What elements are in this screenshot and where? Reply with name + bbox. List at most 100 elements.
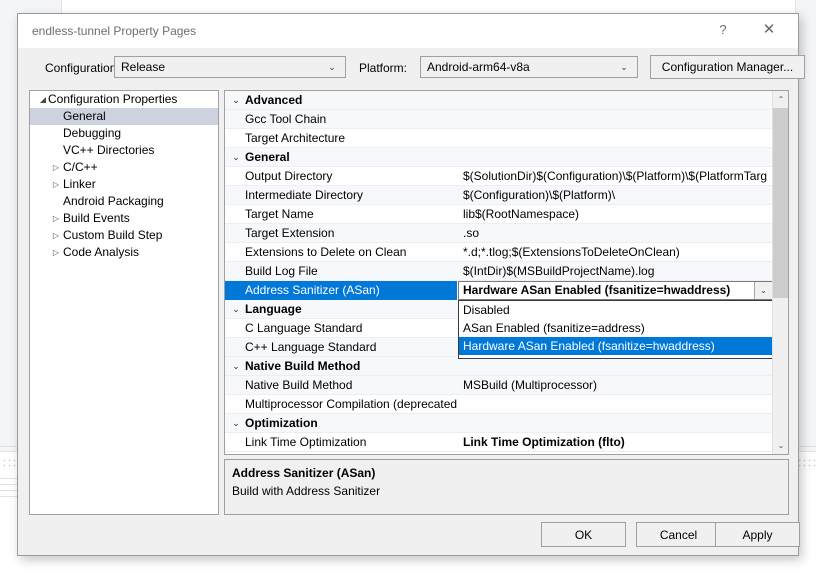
property-value: lib$(RootNamespace) [458, 205, 773, 224]
sidebar-item-label: Build Events [63, 210, 130, 227]
cancel-button[interactable]: Cancel [636, 522, 721, 547]
property-name: Intermediate Directory [225, 186, 457, 205]
property-name: ⌄Optimization [225, 414, 457, 433]
grid-property-row[interactable]: Output Directory$(SolutionDir)$(Configur… [225, 167, 773, 186]
sidebar-item-label: Configuration Properties [48, 91, 177, 108]
configuration-toolbar: Configuration: Release ⌄ Platform: Andro… [18, 48, 798, 94]
property-tree[interactable]: ◢Configuration PropertiesGeneralDebuggin… [29, 90, 219, 515]
grid-property-row[interactable]: Gcc Tool Chain [225, 110, 773, 129]
sidebar-item-general[interactable]: General [30, 108, 218, 125]
title-bar: endless-tunnel Property Pages ? ✕ [18, 14, 798, 48]
property-name-text: C Language Standard [245, 321, 362, 335]
chevron-down-icon[interactable]: ⌄ [230, 91, 242, 110]
grid-property-row[interactable]: Build Log File$(IntDir)$(MSBuildProjectN… [225, 262, 773, 281]
property-name-text: Extensions to Delete on Clean [245, 245, 406, 259]
grid-category-row[interactable]: ⌄Advanced [225, 91, 773, 110]
platform-value: Android-arm64-v8a [427, 60, 530, 74]
grid-category-row[interactable]: ⌄Native Build Method [225, 357, 773, 376]
sidebar-item-label: Custom Build Step [63, 227, 162, 244]
property-name-text: Native Build Method [245, 378, 352, 392]
scroll-up-icon[interactable]: ⌃ [773, 91, 789, 108]
grid-property-row[interactable]: Target Extension.so [225, 224, 773, 243]
property-name: ⌄General [225, 148, 457, 167]
property-name-text: Target Architecture [245, 131, 345, 145]
property-name-text: Address Sanitizer (ASan) [245, 283, 380, 297]
property-value: Link Time Optimization (flto) [458, 433, 773, 452]
property-value [458, 395, 773, 414]
asan-option-item[interactable]: ASan Enabled (fsanitize=address) [459, 319, 772, 337]
property-pages-dialog: endless-tunnel Property Pages ? ✕ Config… [17, 13, 799, 556]
sidebar-item-android-packaging[interactable]: Android Packaging [30, 193, 218, 210]
configuration-value: Release [121, 60, 165, 74]
triangle-right-icon[interactable]: ▷ [49, 244, 63, 261]
scrollbar-thumb[interactable] [773, 108, 789, 298]
asan-option-item[interactable]: Hardware ASan Enabled (fsanitize=hwaddre… [459, 337, 772, 355]
grid-category-row[interactable]: ⌄General [225, 148, 773, 167]
help-icon[interactable]: ? [702, 14, 744, 46]
scroll-down-icon[interactable]: ⌄ [773, 437, 789, 454]
property-value: MSBuild (Multiprocessor) [458, 376, 773, 395]
triangle-right-icon[interactable]: ▷ [49, 176, 63, 193]
grid-property-row[interactable]: Address Sanitizer (ASan) Hardware ASan En… [225, 281, 773, 300]
triangle-right-icon[interactable]: ▷ [49, 159, 63, 176]
grid-category-row[interactable]: ⌄Optimization [225, 414, 773, 433]
sidebar-item-vc-directories[interactable]: VC++ Directories [30, 142, 218, 159]
close-icon[interactable]: ✕ [748, 14, 790, 46]
apply-button[interactable]: Apply [715, 522, 800, 547]
configuration-manager-button[interactable]: Configuration Manager... [650, 55, 805, 79]
asan-option-item[interactable]: Disabled [459, 301, 772, 319]
chevron-down-icon[interactable]: ⌄ [230, 357, 242, 376]
sidebar-item-label: C/C++ [63, 159, 98, 176]
property-value [458, 129, 773, 148]
sidebar-item-custom-build-step[interactable]: ▷Custom Build Step [30, 227, 218, 244]
sidebar-item-debugging[interactable]: Debugging [30, 125, 218, 142]
property-value: $(IntDir)$(MSBuildProjectName).log [458, 262, 773, 281]
asan-selected-value: Hardware ASan Enabled (fsanitize=hwaddre… [463, 282, 730, 299]
sidebar-item-label: Code Analysis [63, 244, 139, 261]
ok-button[interactable]: OK [541, 522, 626, 547]
property-value [458, 110, 773, 129]
description-text: Build with Address Sanitizer [232, 484, 380, 498]
sidebar-item-configuration-properties[interactable]: ◢Configuration Properties [30, 91, 218, 108]
triangle-right-icon[interactable]: ▷ [49, 227, 63, 244]
property-name: ⌄Advanced [225, 91, 457, 110]
property-name: Extensions to Delete on Clean [225, 243, 457, 262]
property-name-text: Advanced [245, 93, 302, 107]
asan-value-dropdown[interactable]: Hardware ASan Enabled (fsanitize=hwaddre… [458, 281, 773, 300]
sidebar-item-label: General [63, 108, 106, 125]
sidebar-item-linker[interactable]: ▷Linker [30, 176, 218, 193]
grid-property-row[interactable]: Intermediate Directory$(Configuration)\$… [225, 186, 773, 205]
sidebar-item-build-events[interactable]: ▷Build Events [30, 210, 218, 227]
description-title: Address Sanitizer (ASan) [232, 466, 375, 480]
triangle-right-icon[interactable]: ▷ [49, 210, 63, 227]
property-name: Output Directory [225, 167, 457, 186]
property-name: Native Build Method [225, 376, 457, 395]
chevron-down-icon: ⌄ [618, 60, 630, 74]
property-name: ⌄Language [225, 300, 457, 319]
chevron-down-icon[interactable]: ⌄ [754, 282, 772, 299]
chevron-down-icon[interactable]: ⌄ [230, 300, 242, 319]
platform-dropdown[interactable]: Android-arm64-v8a ⌄ [420, 56, 638, 78]
property-value [458, 91, 773, 110]
chevron-down-icon[interactable]: ⌄ [230, 148, 242, 167]
chevron-down-icon[interactable]: ⌄ [230, 414, 242, 433]
grid-property-row[interactable]: Native Build Method MSBuild (Multiprocess… [225, 376, 773, 395]
grid-property-row[interactable]: Extensions to Delete on Clean*.d;*.tlog;… [225, 243, 773, 262]
grid-property-row[interactable]: Multiprocessor Compilation (deprecated [225, 395, 773, 414]
grid-property-row[interactable]: Target Architecture [225, 129, 773, 148]
configuration-dropdown[interactable]: Release ⌄ [114, 56, 346, 78]
property-name: Address Sanitizer (ASan) [225, 281, 457, 300]
sidebar-item-label: Android Packaging [63, 193, 164, 210]
sidebar-item-code-analysis[interactable]: ▷Code Analysis [30, 244, 218, 261]
property-name: C Language Standard [225, 319, 457, 338]
grid-property-row[interactable]: Target Namelib$(RootNamespace) [225, 205, 773, 224]
asan-option-list[interactable]: DisabledASan Enabled (fsanitize=address)… [458, 300, 773, 359]
grid-property-row[interactable]: Link Time OptimizationLink Time Optimiza… [225, 433, 773, 452]
property-value [458, 357, 773, 376]
window-title: endless-tunnel Property Pages [32, 24, 196, 38]
grid-scrollbar[interactable]: ⌃ ⌄ [772, 91, 788, 454]
property-grid[interactable]: ⌄AdvancedGcc Tool ChainTarget Architectu… [224, 90, 789, 455]
property-name-text: General [245, 150, 290, 164]
sidebar-item-c-c[interactable]: ▷C/C++ [30, 159, 218, 176]
property-name: Gcc Tool Chain [225, 110, 457, 129]
